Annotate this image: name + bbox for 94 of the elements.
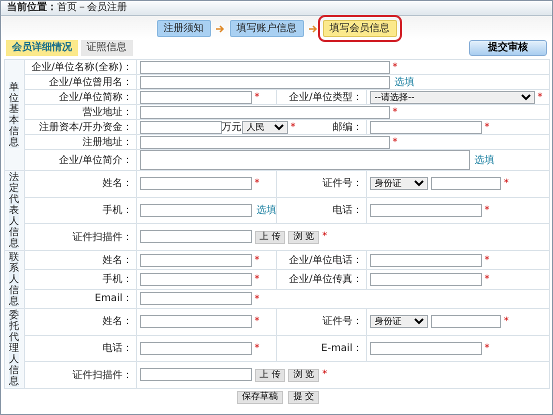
field-label: 姓名： <box>102 316 132 328</box>
text-field[interactable] <box>430 177 501 190</box>
field-label: 姓名： <box>102 254 132 266</box>
text-field[interactable] <box>140 204 252 217</box>
required-mark: * <box>484 274 490 286</box>
text-field[interactable] <box>140 60 390 74</box>
required-mark: * <box>538 92 542 103</box>
field-label: 手机： <box>102 204 132 216</box>
field-label: 企业/单位曾用名： <box>49 76 132 88</box>
field-label: 电话： <box>332 204 362 216</box>
field-label: 企业/单位传真： <box>289 274 362 285</box>
dropdown[interactable]: 人民 <box>242 120 288 134</box>
required-mark: * <box>254 92 260 103</box>
text-field[interactable] <box>370 254 482 267</box>
section-title: 联系人信息 <box>9 252 19 307</box>
text-field[interactable] <box>140 342 252 355</box>
text-field[interactable] <box>140 136 390 148</box>
field-label: 企业/单位电话： <box>289 254 362 266</box>
required-mark: * <box>254 343 260 354</box>
arrow-icon <box>216 24 224 32</box>
text-field[interactable] <box>370 272 482 286</box>
required-mark: * <box>322 369 328 380</box>
form-button[interactable]: 保存草稿 <box>236 391 283 404</box>
text-field[interactable] <box>140 90 252 104</box>
text-field[interactable] <box>140 120 222 134</box>
field-label: 证件扫描件： <box>72 232 132 243</box>
text-field[interactable] <box>140 177 252 190</box>
field-label: 证件号： <box>322 316 362 328</box>
dropdown[interactable]: 身份证 <box>370 177 428 190</box>
field-label: 企业/单位名称(全称)： <box>31 62 132 72</box>
required-mark: * <box>392 136 398 148</box>
field-label: 电话： <box>102 342 132 354</box>
text-field[interactable] <box>370 204 482 217</box>
optional-note: 选填 <box>394 76 414 88</box>
required-mark: * <box>484 122 490 133</box>
upload-button[interactable]: 浏 览 <box>288 231 320 244</box>
field-label: 手机： <box>102 274 132 285</box>
section-title: 委托代理人信息 <box>9 310 19 387</box>
upload-button[interactable]: 上 传 <box>254 231 286 244</box>
required-mark: * <box>392 106 398 118</box>
text-field[interactable] <box>140 292 252 306</box>
required-mark: * <box>254 274 260 286</box>
required-mark: * <box>504 178 509 190</box>
field-label: 姓名： <box>102 178 132 190</box>
form-button[interactable]: 提 交 <box>288 391 320 404</box>
field-label: 注册地址： <box>82 136 132 148</box>
field-label: 注册资本/开办资金： <box>39 122 132 132</box>
text-field[interactable] <box>430 315 501 328</box>
required-mark: * <box>484 254 490 266</box>
required-mark: * <box>392 62 398 73</box>
step-label: 注册须知 <box>156 20 210 37</box>
unit-label: 万元 <box>222 122 242 133</box>
text-field[interactable] <box>370 120 482 134</box>
breadcrumb: 当前位置：首页－会员注册 <box>7 2 127 13</box>
tab[interactable]: 证照信息 <box>80 40 132 56</box>
text-area[interactable] <box>140 150 470 170</box>
field-label: 营业地址： <box>82 106 132 118</box>
field-label: 企业/单位简称： <box>59 92 132 102</box>
text-field[interactable] <box>370 342 482 355</box>
section-title: 法定代表人信息 <box>9 172 19 249</box>
optional-note: 选填 <box>256 205 276 216</box>
field-label: Email： <box>94 293 132 304</box>
field-label: 邮编： <box>332 122 362 132</box>
required-mark: * <box>504 316 509 328</box>
upload-button[interactable]: 浏 览 <box>288 369 320 382</box>
optional-note: 选填 <box>474 154 494 166</box>
required-mark: * <box>484 205 490 216</box>
required-mark: * <box>322 231 328 242</box>
tab[interactable]: 会员详细情况 <box>6 40 78 56</box>
required-mark: * <box>254 254 260 266</box>
field-label: E-mail： <box>321 342 362 354</box>
required-mark: * <box>290 122 296 133</box>
text-field[interactable] <box>140 315 252 328</box>
field-label: 企业/单位简介： <box>59 154 132 166</box>
required-mark: * <box>254 316 260 328</box>
dropdown[interactable]: --请选择-- <box>370 90 534 104</box>
text-field[interactable] <box>140 106 390 118</box>
field-label: 企业/单位类型： <box>289 92 362 102</box>
text-field[interactable] <box>140 254 252 267</box>
required-mark: * <box>254 294 260 305</box>
required-mark: * <box>254 178 260 190</box>
section-title: 单位基本信息 <box>9 82 19 148</box>
text-field[interactable] <box>140 230 252 243</box>
text-field[interactable] <box>140 76 390 88</box>
submit-review-button[interactable]: 提交审核 <box>469 40 547 56</box>
required-mark: * <box>484 343 490 354</box>
arrow-icon <box>308 24 318 32</box>
dropdown[interactable]: 身份证 <box>370 315 428 328</box>
field-label: 证件号： <box>322 178 362 190</box>
step-label: 填写账户信息 <box>230 20 304 37</box>
text-field[interactable] <box>140 272 252 286</box>
field-label: 证件扫描件： <box>72 370 132 381</box>
text-field[interactable] <box>140 368 252 381</box>
upload-button[interactable]: 上 传 <box>254 369 286 382</box>
